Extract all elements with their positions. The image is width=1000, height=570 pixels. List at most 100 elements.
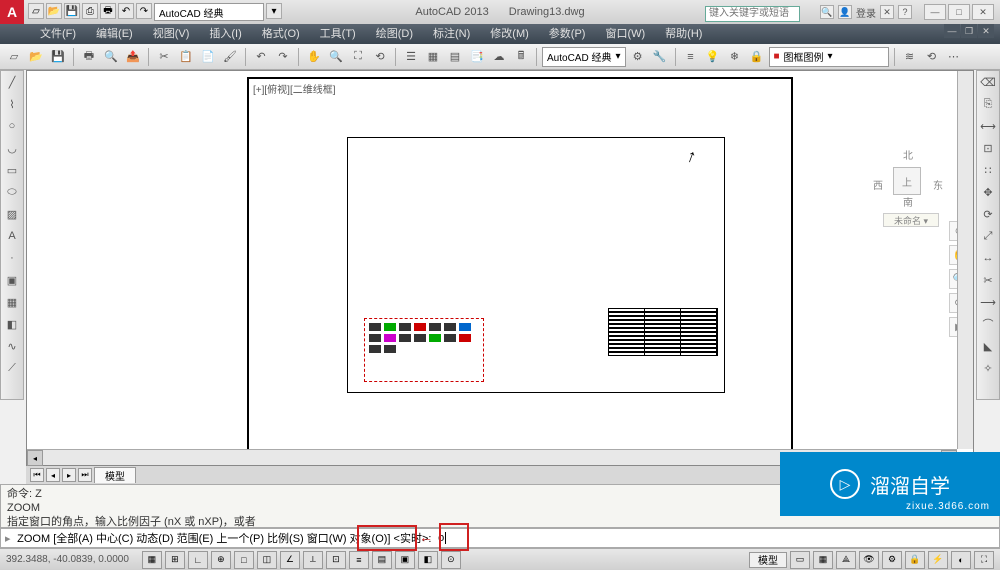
tb-layer-more-icon[interactable]: ⋯ [944,47,964,67]
qat-saveas-icon[interactable]: ⎙ [82,3,98,19]
tb-sheetset-icon[interactable]: 📑 [467,47,487,67]
qat-new-icon[interactable]: ▱ [28,3,44,19]
move-icon[interactable]: ✥ [977,181,999,203]
sb-clean-icon[interactable]: ⛶ [974,551,994,569]
tb-match-icon[interactable]: 🖌 [220,47,240,67]
qat-open-icon[interactable]: 📂 [46,3,62,19]
scroll-left-icon[interactable]: ◂ [27,450,43,466]
sb-polar-icon[interactable]: ⊕ [211,551,231,569]
viewcube-east[interactable]: 东 [933,177,943,192]
view-cube[interactable]: 北 南 西 东 上 未命名 ▾ [873,147,943,227]
sb-am-icon[interactable]: ⊙ [441,551,461,569]
scale-icon[interactable]: ⤢ [977,225,999,247]
polyline-icon[interactable]: ⌇ [1,93,23,115]
sb-qp-icon[interactable]: ▣ [395,551,415,569]
sb-grid-icon[interactable]: ⊞ [165,551,185,569]
mdi-close-button[interactable]: ✕ [978,24,994,38]
sb-isolate-icon[interactable]: ◐ [951,551,971,569]
tb-layermatch-icon[interactable]: ≋ [900,47,920,67]
spline-icon[interactable]: ∿ [1,335,23,357]
sb-snap-icon[interactable]: ▦ [142,551,162,569]
sb-ortho-icon[interactable]: ∟ [188,551,208,569]
infocenter-icon[interactable]: 🔍 [820,5,834,19]
menu-window[interactable]: 窗口(W) [595,24,655,44]
sb-layout-icon[interactable]: ▭ [790,551,810,569]
tab-next-icon[interactable]: ▸ [62,468,76,482]
qat-dropdown-icon[interactable]: ▾ [266,3,282,19]
copy-icon[interactable]: ⎘ [977,93,999,115]
tab-last-icon[interactable]: ⏭ [78,468,92,482]
signin-icon[interactable]: 👤 [838,5,852,19]
tab-model[interactable]: 模型 [94,467,136,483]
layer-dropdown[interactable]: ■ 图框图例▾ [769,47,889,67]
circle-icon[interactable]: ○ [1,115,23,137]
xline-icon[interactable]: ⟋ [1,357,23,379]
tb-layer-states-icon[interactable]: 💡 [703,47,723,67]
canvas[interactable]: [+][俯视][二维线框] ↑ [27,71,973,465]
viewcube-north[interactable]: 北 [903,147,913,162]
tb-zoomprev-icon[interactable]: ⟲ [370,47,390,67]
qat-redo-icon[interactable]: ↷ [136,3,152,19]
tb-layerprev-icon[interactable]: ⟲ [922,47,942,67]
tb-layer-lock-icon[interactable]: 🔒 [747,47,767,67]
hatch-icon[interactable]: ▨ [1,203,23,225]
stretch-icon[interactable]: ↔ [977,247,999,269]
sb-ws-icon[interactable]: ⚙ [882,551,902,569]
mdi-restore-button[interactable]: ❐ [961,24,977,38]
tb-undo-icon[interactable]: ↶ [251,47,271,67]
tab-prev-icon[interactable]: ◂ [46,468,60,482]
rectangle-icon[interactable]: ▭ [1,159,23,181]
sb-dyn-icon[interactable]: ⊡ [326,551,346,569]
viewcube-south[interactable]: 南 [903,194,913,209]
qat-save-icon[interactable]: 💾 [64,3,80,19]
tb-pan-icon[interactable]: ✋ [304,47,324,67]
sb-osnap-icon[interactable]: □ [234,551,254,569]
sb-hardware-icon[interactable]: ⚡ [928,551,948,569]
minimize-button[interactable]: — [924,4,946,20]
cmd-input-value[interactable]: o [438,532,446,544]
region-icon[interactable]: ◧ [1,313,23,335]
point-icon[interactable]: · [1,247,23,269]
explode-icon[interactable]: ✧ [977,357,999,379]
tab-first-icon[interactable]: ⏮ [30,468,44,482]
help-search-input[interactable] [705,6,800,22]
menu-format[interactable]: 格式(O) [252,24,310,44]
tb-properties-icon[interactable]: ☰ [401,47,421,67]
menu-edit[interactable]: 编辑(E) [86,24,143,44]
ellipse-icon[interactable]: ⬭ [1,181,23,203]
chamfer-icon[interactable]: ◣ [977,335,999,357]
workspace-dropdown[interactable]: AutoCAD 经典▾ [542,47,626,67]
sb-model-tab[interactable]: 模型 [749,552,787,568]
tb-new-icon[interactable]: ▱ [4,47,24,67]
block-icon[interactable]: ▣ [1,269,23,291]
maximize-button[interactable]: □ [948,4,970,20]
tb-layer-icon[interactable]: ≡ [681,47,701,67]
sb-sc-icon[interactable]: ◧ [418,551,438,569]
viewcube-ucs[interactable]: 未命名 ▾ [883,213,939,227]
tb-cut-icon[interactable]: ✂ [154,47,174,67]
workspace-dropdown-qat[interactable] [154,3,264,21]
tb-open-icon[interactable]: 📂 [26,47,46,67]
menu-parametric[interactable]: 参数(P) [539,24,596,44]
rotate-icon[interactable]: ⟳ [977,203,999,225]
sb-lock-icon[interactable]: 🔒 [905,551,925,569]
tb-toolpalette-icon[interactable]: ▤ [445,47,465,67]
qat-undo-icon[interactable]: ↶ [118,3,134,19]
viewcube-top[interactable]: 上 [893,167,921,195]
drawing-area[interactable]: [+][俯视][二维线框] ↑ [26,70,974,466]
sb-ducs-icon[interactable]: ⟂ [303,551,323,569]
extend-icon[interactable]: ⟶ [977,291,999,313]
erase-icon[interactable]: ⌫ [977,71,999,93]
text-icon[interactable]: A [1,225,23,247]
viewcube-west[interactable]: 西 [873,177,883,192]
sb-tpy-icon[interactable]: ▤ [372,551,392,569]
tb-paste-icon[interactable]: 📄 [198,47,218,67]
close-button[interactable]: ✕ [972,4,994,20]
command-input-row[interactable]: ▸ ZOOM [全部(A) 中心(C) 动态(D) 范围(E) 上一个(P) 比… [0,528,1000,548]
sb-annoscale-icon[interactable]: ⟁ [836,551,856,569]
mdi-minimize-button[interactable]: — [944,24,960,38]
app-logo[interactable]: A [0,0,24,24]
scrollbar-vertical[interactable] [957,71,973,449]
tb-ws-tool-icon[interactable]: 🔧 [650,47,670,67]
tb-redo-icon[interactable]: ↷ [273,47,293,67]
